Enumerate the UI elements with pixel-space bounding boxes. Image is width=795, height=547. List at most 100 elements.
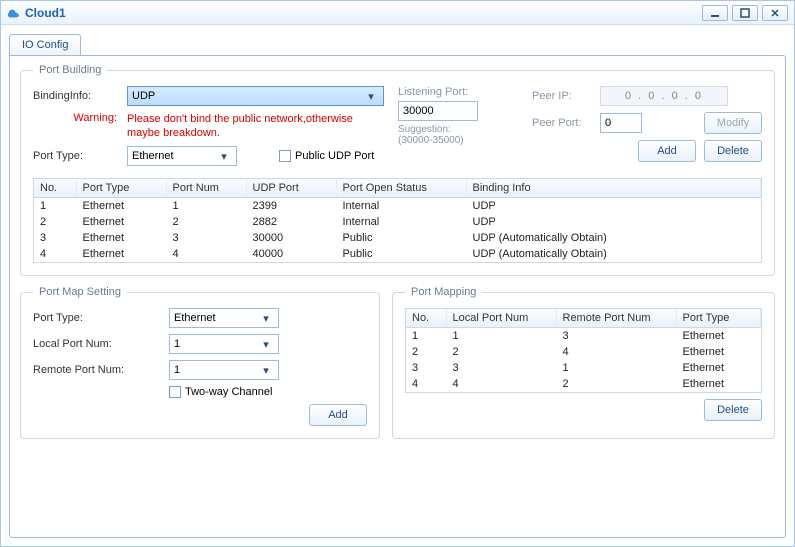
window: Cloud1 IO Config Port Building BindingIn… bbox=[0, 0, 795, 547]
peer-port-value: 0 bbox=[605, 117, 611, 129]
port-building-mid: Listening Port: 30000 Suggestion: (30000… bbox=[398, 86, 518, 172]
m-col-ptype: Port Type bbox=[676, 309, 761, 328]
tab-page: Port Building BindingInfo: UDP ▾ Warnin bbox=[9, 55, 786, 538]
table-row[interactable]: 442Ethernet bbox=[406, 376, 761, 392]
cell: Internal bbox=[336, 214, 466, 230]
peer-ip-input[interactable]: 0 . 0 . 0 . 0 bbox=[600, 86, 728, 106]
table-row[interactable]: 2Ethernet22882InternalUDP bbox=[34, 214, 761, 230]
warning-label: Warning: bbox=[33, 112, 121, 124]
peer-ip-value: 0 . 0 . 0 . 0 bbox=[625, 90, 703, 102]
cell: 4 bbox=[166, 246, 246, 262]
m-col-local: Local Port Num bbox=[446, 309, 556, 328]
table-row[interactable]: 331Ethernet bbox=[406, 360, 761, 376]
pms-remote-value: 1 bbox=[174, 364, 180, 376]
col-no: No. bbox=[34, 179, 76, 198]
minimize-button[interactable] bbox=[702, 5, 728, 21]
col-pnum: Port Num bbox=[166, 179, 246, 198]
cell: Ethernet bbox=[676, 328, 761, 345]
cell: Internal bbox=[336, 198, 466, 215]
mapping-table[interactable]: No. Local Port Num Remote Port Num Port … bbox=[406, 309, 761, 392]
chevron-down-icon: ▾ bbox=[258, 312, 274, 325]
modify-button[interactable]: Modify bbox=[704, 112, 762, 134]
warning-text: Please don't bind the public network,oth… bbox=[127, 112, 384, 140]
window-title: Cloud1 bbox=[25, 6, 702, 20]
checkbox-box-icon bbox=[169, 386, 181, 398]
delete-port-button[interactable]: Delete bbox=[704, 140, 762, 162]
cell: 4 bbox=[406, 376, 446, 392]
port-table-wrap: No. Port Type Port Num UDP Port Port Ope… bbox=[33, 178, 762, 263]
cell: Ethernet bbox=[676, 344, 761, 360]
group-port-map-setting: Port Map Setting Port Type: Ethernet ▾ L… bbox=[20, 286, 380, 439]
pms-port-type-combo[interactable]: Ethernet ▾ bbox=[169, 308, 279, 328]
cell: Ethernet bbox=[76, 214, 166, 230]
port-building-left: BindingInfo: UDP ▾ Warning: Please don't… bbox=[33, 86, 384, 172]
twoway-checkbox[interactable]: Two-way Channel bbox=[169, 386, 272, 398]
table-row[interactable]: 1Ethernet12399InternalUDP bbox=[34, 198, 761, 215]
pms-port-type-label: Port Type: bbox=[33, 312, 163, 324]
cell: Ethernet bbox=[676, 360, 761, 376]
cell: UDP (Automatically Obtain) bbox=[466, 230, 761, 246]
cell: 1 bbox=[406, 328, 446, 345]
suggestion-range: (30000-35000) bbox=[398, 135, 518, 146]
cell: 1 bbox=[34, 198, 76, 215]
cell: 2 bbox=[406, 344, 446, 360]
cell: UDP (Automatically Obtain) bbox=[466, 246, 761, 262]
col-ptype: Port Type bbox=[76, 179, 166, 198]
cell: 3 bbox=[406, 360, 446, 376]
maximize-button[interactable] bbox=[732, 5, 758, 21]
chevron-down-icon: ▾ bbox=[258, 338, 274, 351]
public-udp-checkbox[interactable]: Public UDP Port bbox=[279, 150, 374, 162]
cell: UDP bbox=[466, 198, 761, 215]
table-row[interactable]: 3Ethernet330000PublicUDP (Automatically … bbox=[34, 230, 761, 246]
peer-ip-label: Peer IP: bbox=[532, 90, 594, 102]
public-udp-label: Public UDP Port bbox=[295, 150, 374, 162]
mapping-delete-button[interactable]: Delete bbox=[704, 399, 762, 421]
cell: 2399 bbox=[246, 198, 336, 215]
minimize-icon bbox=[710, 8, 720, 18]
m-col-no: No. bbox=[406, 309, 446, 328]
pms-remote-combo[interactable]: 1 ▾ bbox=[169, 360, 279, 380]
binding-info-combo[interactable]: UDP ▾ bbox=[127, 86, 384, 106]
binding-info-label: BindingInfo: bbox=[33, 90, 121, 102]
cell: 3 bbox=[446, 360, 556, 376]
cell: 1 bbox=[446, 328, 556, 345]
cell: 3 bbox=[34, 230, 76, 246]
cell: 1 bbox=[556, 360, 676, 376]
cell: Public bbox=[336, 230, 466, 246]
chevron-down-icon: ▾ bbox=[216, 150, 232, 163]
peer-port-input[interactable]: 0 bbox=[600, 113, 642, 133]
cell: 2882 bbox=[246, 214, 336, 230]
lower-area: Port Map Setting Port Type: Ethernet ▾ L… bbox=[20, 286, 775, 439]
listening-port-input[interactable]: 30000 bbox=[398, 101, 478, 121]
cell: UDP bbox=[466, 214, 761, 230]
cell: 40000 bbox=[246, 246, 336, 262]
legend-port-map-setting: Port Map Setting bbox=[33, 286, 127, 298]
cell: Public bbox=[336, 246, 466, 262]
cell: 4 bbox=[34, 246, 76, 262]
chevron-down-icon: ▾ bbox=[258, 364, 274, 377]
table-row[interactable]: 4Ethernet440000PublicUDP (Automatically … bbox=[34, 246, 761, 262]
suggestion-label: Suggestion: bbox=[398, 124, 518, 135]
legend-port-mapping: Port Mapping bbox=[405, 286, 482, 298]
col-udp: UDP Port bbox=[246, 179, 336, 198]
port-type-combo[interactable]: Ethernet ▾ bbox=[127, 146, 237, 166]
cell: 3 bbox=[166, 230, 246, 246]
cell: 30000 bbox=[246, 230, 336, 246]
table-row[interactable]: 224Ethernet bbox=[406, 344, 761, 360]
close-icon bbox=[770, 8, 780, 18]
cell: Ethernet bbox=[676, 376, 761, 392]
port-type-value: Ethernet bbox=[132, 150, 174, 162]
col-status: Port Open Status bbox=[336, 179, 466, 198]
port-table[interactable]: No. Port Type Port Num UDP Port Port Ope… bbox=[34, 179, 761, 262]
port-building-top: BindingInfo: UDP ▾ Warning: Please don't… bbox=[33, 86, 762, 172]
client-area: IO Config Port Building BindingInfo: UDP… bbox=[9, 31, 786, 538]
pms-local-combo[interactable]: 1 ▾ bbox=[169, 334, 279, 354]
table-row[interactable]: 113Ethernet bbox=[406, 328, 761, 345]
pms-remote-label: Remote Port Num: bbox=[33, 364, 163, 376]
close-button[interactable] bbox=[762, 5, 788, 21]
add-port-button[interactable]: Add bbox=[638, 140, 696, 162]
pms-local-value: 1 bbox=[174, 338, 180, 350]
tab-io-config[interactable]: IO Config bbox=[9, 34, 81, 55]
cell: 1 bbox=[166, 198, 246, 215]
pms-add-button[interactable]: Add bbox=[309, 404, 367, 426]
